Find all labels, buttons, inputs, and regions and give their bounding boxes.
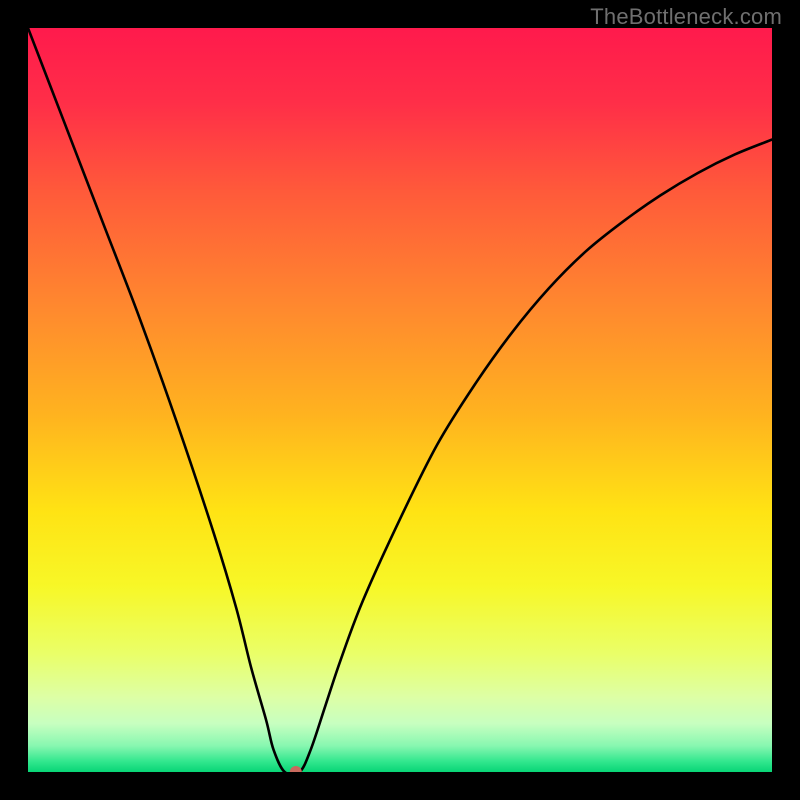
plot-area — [28, 28, 772, 772]
watermark-text: TheBottleneck.com — [590, 4, 782, 30]
bottleneck-curve — [28, 28, 772, 772]
optimum-marker — [290, 766, 302, 772]
chart-frame: TheBottleneck.com — [0, 0, 800, 800]
